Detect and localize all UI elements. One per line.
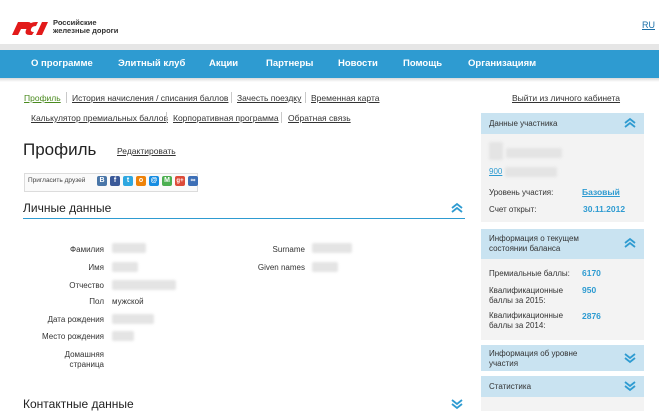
page-title: Профиль xyxy=(23,140,97,159)
account-opened-label: Счет открыт: xyxy=(489,205,537,214)
nav-item-promotions[interactable]: Акции xyxy=(209,50,238,78)
nav-item-elite-club[interactable]: Элитный клуб xyxy=(118,50,185,78)
nav-item-about[interactable]: О программе xyxy=(31,50,93,78)
value-birthdate xyxy=(112,314,154,324)
level-info-line2: участия xyxy=(489,359,519,368)
nav-item-partners[interactable]: Партнеры xyxy=(266,50,313,78)
language-switch[interactable]: RU xyxy=(642,20,655,30)
label-firstname: Имя xyxy=(88,263,104,272)
moimir-icon[interactable]: M xyxy=(162,176,172,186)
label-patronymic: Отчество xyxy=(69,281,104,290)
account-opened-value: 30.11.2012 xyxy=(583,204,626,214)
balance-title-line1: Информация о текущем xyxy=(489,234,579,243)
chevron-down-icon[interactable] xyxy=(450,398,464,410)
nav-item-help[interactable]: Помощь xyxy=(403,50,442,78)
chevron-up-icon[interactable] xyxy=(450,202,464,214)
level-value[interactable]: Базовый xyxy=(582,187,620,197)
premium-points-label: Премиальные баллы: xyxy=(489,269,570,278)
twitter-icon[interactable]: t xyxy=(123,176,133,186)
qual-2014-value: 2876 xyxy=(582,311,601,321)
sublink-points-history[interactable]: История начисления / списания баллов xyxy=(72,93,228,103)
sublink-calculator[interactable]: Калькулятор премиальных баллов xyxy=(31,113,168,123)
chevron-up-icon[interactable] xyxy=(623,117,637,129)
label-lastname: Фамилия xyxy=(70,245,104,254)
balance-panel-title: Информация о текущем состоянии баланса xyxy=(489,234,579,254)
value-birthplace xyxy=(112,331,134,341)
edit-profile-link[interactable]: Редактировать xyxy=(117,146,176,156)
brand-line-2: железные дороги xyxy=(53,26,119,35)
mailru-icon[interactable]: @ xyxy=(149,176,159,186)
value-given-names xyxy=(312,262,338,272)
sublink-profile[interactable]: Профиль xyxy=(24,93,61,103)
stats-title: Статистика xyxy=(489,382,532,391)
level-info-title: Информация об уровне участия xyxy=(489,349,577,369)
qual-2014-label: Квалификационные баллы за 2014: xyxy=(489,311,563,331)
facebook-icon[interactable]: f xyxy=(110,176,120,186)
level-label: Уровень участия: xyxy=(489,188,554,197)
participant-number[interactable]: 900 xyxy=(489,167,502,176)
nav-shadow xyxy=(0,78,659,82)
qual-2014-line1: Квалификационные xyxy=(489,311,564,320)
link-icon[interactable]: ∞ xyxy=(188,176,198,186)
label-homepage-line2: страница xyxy=(69,360,104,369)
participant-number-hidden xyxy=(505,167,557,177)
logout-link[interactable]: Выйти из личного кабинета xyxy=(512,93,620,103)
section-title-personal: Личные данные xyxy=(23,201,112,215)
value-patronymic xyxy=(112,280,176,290)
chevron-down-icon[interactable] xyxy=(623,380,637,392)
value-lastname xyxy=(112,243,146,253)
participant-name xyxy=(506,148,562,158)
sublink-temporary-card[interactable]: Временная карта xyxy=(311,93,379,103)
qual-2015-label: Квалификационные баллы за 2015: xyxy=(489,286,563,306)
value-gender: мужской xyxy=(112,297,144,306)
nav-item-news[interactable]: Новости xyxy=(338,50,378,78)
chevron-down-icon[interactable] xyxy=(623,352,637,364)
divider xyxy=(66,92,67,103)
divider xyxy=(166,112,167,123)
share-label: Пригласить друзей xyxy=(28,177,86,184)
label-gender: Пол xyxy=(89,297,104,306)
divider xyxy=(281,112,282,123)
value-firstname xyxy=(112,262,138,272)
label-birthplace: Место рождения xyxy=(42,332,104,341)
label-homepage: Домашняя страница xyxy=(65,350,104,370)
balance-title-line2: состоянии баланса xyxy=(489,244,561,253)
participant-panel-title: Данные участника xyxy=(489,119,558,128)
qual-2015-value: 950 xyxy=(582,285,597,295)
odnoklassniki-icon[interactable]: o xyxy=(136,176,146,186)
googleplus-icon[interactable]: g+ xyxy=(175,176,185,186)
main-nav: О программе Элитный клуб Акции Партнеры … xyxy=(0,50,659,78)
vk-icon[interactable]: B xyxy=(97,176,107,186)
label-given-names: Given names xyxy=(257,263,305,272)
premium-points-value: 6170 xyxy=(582,268,601,278)
section-title-contacts: Контактные данные xyxy=(23,397,134,411)
nav-item-organizations[interactable]: Организациям xyxy=(468,50,536,78)
label-birthdate: Дата рождения xyxy=(47,315,104,324)
divider xyxy=(231,92,232,103)
divider xyxy=(305,92,306,103)
value-surname xyxy=(312,243,352,253)
qual-2015-line1: Квалификационные xyxy=(489,286,564,295)
label-surname: Surname xyxy=(272,245,305,254)
sublink-corporate[interactable]: Корпоративная программа xyxy=(173,113,279,123)
chevron-up-icon[interactable] xyxy=(623,237,637,249)
sublink-credit-trip[interactable]: Зачесть поездку xyxy=(237,93,301,103)
qual-2015-line2: баллы за 2015: xyxy=(489,296,546,305)
section-divider xyxy=(23,218,465,219)
brand-name: Российские железные дороги xyxy=(53,19,118,35)
qual-2014-line2: баллы за 2014: xyxy=(489,321,546,330)
sublink-feedback[interactable]: Обратная связь xyxy=(288,113,351,123)
label-homepage-line1: Домашняя xyxy=(64,350,104,359)
participant-avatar xyxy=(489,142,503,160)
level-info-line1: Информация об уровне xyxy=(489,349,578,358)
stats-panel xyxy=(481,397,644,411)
rzd-logo-icon[interactable] xyxy=(10,18,50,38)
